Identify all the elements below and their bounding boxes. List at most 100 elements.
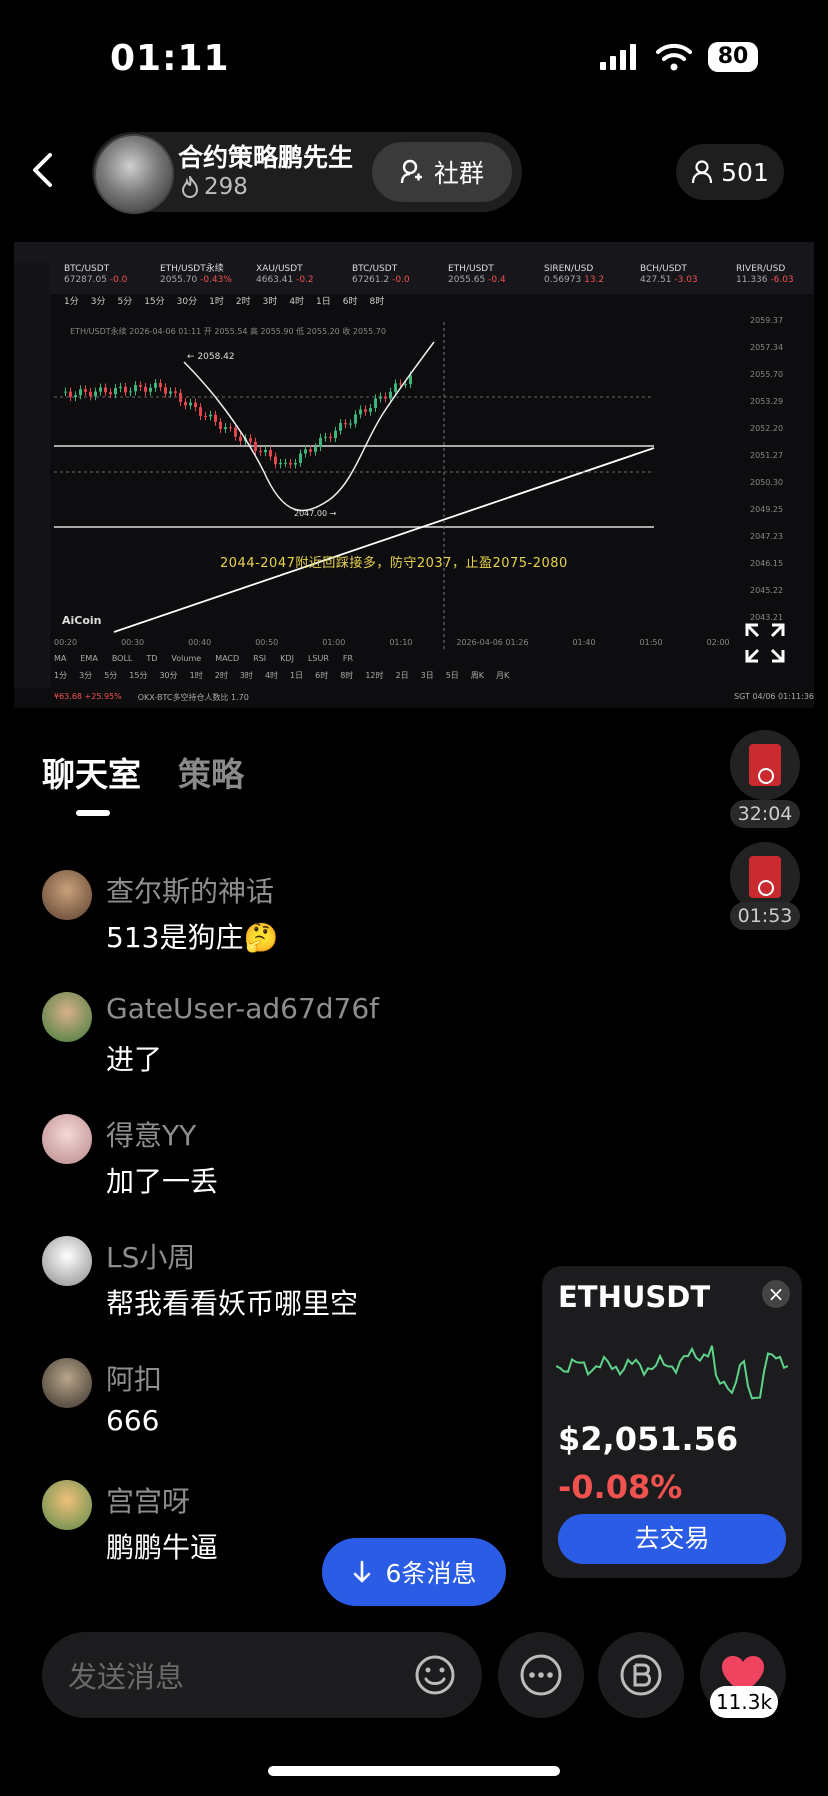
- range-option[interactable]: 2时: [215, 670, 228, 684]
- recording-card-icon: [749, 744, 781, 786]
- range-option[interactable]: 12时: [365, 670, 383, 684]
- avatar[interactable]: [42, 1358, 92, 1408]
- indicator-option[interactable]: BOLL: [112, 654, 133, 668]
- interval-option[interactable]: 15分: [144, 294, 164, 308]
- symbol-tab[interactable]: ETH/USDT 2055.65 -0.4: [448, 264, 534, 286]
- indicator-option[interactable]: RSI: [253, 654, 266, 668]
- ticker-card[interactable]: ETHUSDT × $2,051.56 -0.08% 去交易: [542, 1266, 802, 1578]
- message-username[interactable]: 宫宫呀: [106, 1480, 190, 1520]
- avatar[interactable]: [42, 992, 92, 1042]
- interval-option[interactable]: 3分: [91, 294, 106, 308]
- range-option[interactable]: 4时: [265, 670, 278, 684]
- symbol-tab[interactable]: BTC/USDT 67287.05 -0.0: [64, 264, 150, 286]
- footer-left: ¥63.68 +25.95%: [54, 692, 122, 701]
- close-icon[interactable]: ×: [762, 1280, 790, 1308]
- range-option[interactable]: 1分: [54, 670, 67, 684]
- interval-option[interactable]: 30分: [177, 294, 197, 308]
- message-username[interactable]: GateUser-ad67d76f: [106, 992, 379, 1025]
- candle: [284, 462, 287, 464]
- tab-chat[interactable]: 聊天室: [42, 748, 141, 796]
- price-tick: 2049.25: [750, 505, 784, 514]
- recording-thumbnail[interactable]: [730, 730, 800, 800]
- price-tick: 2053.29: [750, 397, 784, 406]
- chat-message[interactable]: LS小周 帮我看看妖币哪里空: [42, 1236, 562, 1356]
- message-username[interactable]: 阿扣: [106, 1358, 162, 1398]
- fullscreen-icon[interactable]: [744, 622, 786, 664]
- viewer-count-pill[interactable]: 501: [676, 144, 784, 200]
- symbol-tab[interactable]: RIVER/USD 11.336 -6.03: [736, 264, 814, 286]
- avatar[interactable]: [42, 1236, 92, 1286]
- indicator-option[interactable]: FR: [343, 654, 353, 668]
- back-icon[interactable]: [28, 152, 58, 188]
- live-stream-video[interactable]: BTC/USDT 67287.05 -0.0 ETH/USDT永续 2055.70 -…: [14, 242, 814, 708]
- candle: [94, 391, 97, 397]
- message-text: 进了: [106, 1043, 163, 1076]
- range-option[interactable]: 2日: [396, 670, 409, 684]
- chat-message[interactable]: 阿扣 666: [42, 1358, 562, 1478]
- range-option[interactable]: 3时: [240, 670, 253, 684]
- range-option[interactable]: 1日: [290, 670, 303, 684]
- symbol-tab[interactable]: SIREN/USD 0.56973 13.2: [544, 264, 630, 286]
- indicator-option[interactable]: TD: [146, 654, 157, 668]
- range-option[interactable]: 3分: [79, 670, 92, 684]
- chat-message[interactable]: GateUser-ad67d76f 进了: [42, 992, 562, 1112]
- interval-option[interactable]: 5分: [117, 294, 132, 308]
- chat-message[interactable]: 得意YY 加了一丢: [42, 1114, 562, 1234]
- message-input[interactable]: 发送消息: [42, 1632, 482, 1718]
- range-option[interactable]: 周K: [471, 670, 484, 684]
- avatar[interactable]: [42, 1114, 92, 1164]
- tab-strategy[interactable]: 策略: [178, 748, 244, 796]
- indicator-option[interactable]: EMA: [80, 654, 97, 668]
- interval-option[interactable]: 6时: [343, 294, 358, 308]
- range-option[interactable]: 30分: [159, 670, 177, 684]
- indicator-option[interactable]: LSUR: [308, 654, 329, 668]
- new-messages-button[interactable]: 6条消息: [322, 1538, 506, 1606]
- trade-button[interactable]: 去交易: [558, 1514, 786, 1564]
- candle: [209, 414, 212, 417]
- community-button[interactable]: 社群: [372, 142, 512, 202]
- candle: [234, 427, 237, 437]
- indicator-option[interactable]: KDJ: [280, 654, 294, 668]
- indicator-option[interactable]: MACD: [215, 654, 239, 668]
- interval-option[interactable]: 1分: [64, 294, 79, 308]
- message-username[interactable]: 得意YY: [106, 1114, 196, 1154]
- range-option[interactable]: 1时: [190, 670, 203, 684]
- range-option[interactable]: 月K: [496, 670, 509, 684]
- candle: [79, 389, 82, 396]
- candle: [219, 421, 222, 429]
- indicator-option[interactable]: MA: [54, 654, 66, 668]
- home-indicator[interactable]: [268, 1766, 560, 1776]
- indicator-option[interactable]: Volume: [171, 654, 201, 668]
- interval-option[interactable]: 8时: [370, 294, 385, 308]
- symbol-name: BCH/USDT: [640, 264, 687, 274]
- candle: [119, 386, 122, 389]
- interval-option[interactable]: 1日: [316, 294, 331, 308]
- interval-option[interactable]: 1时: [209, 294, 224, 308]
- range-option[interactable]: 5分: [104, 670, 117, 684]
- symbol-tab[interactable]: BCH/USDT 427.51 -3.03: [640, 264, 726, 286]
- symbol-tab[interactable]: XAU/USDT 4663.41 -0.2: [256, 264, 342, 286]
- range-option[interactable]: 3日: [421, 670, 434, 684]
- interval-option[interactable]: 4时: [289, 294, 304, 308]
- coin-button[interactable]: [598, 1632, 684, 1718]
- candle: [149, 387, 152, 392]
- symbol-tab[interactable]: BTC/USDT 67261.2 -0.0: [352, 264, 438, 286]
- range-option[interactable]: 8时: [340, 670, 353, 684]
- range-option[interactable]: 5日: [446, 670, 459, 684]
- chat-message[interactable]: 查尔斯的神话 513是狗庄🤔: [42, 870, 562, 990]
- avatar[interactable]: [42, 1480, 92, 1530]
- candle: [74, 395, 77, 398]
- range-option[interactable]: 6时: [315, 670, 328, 684]
- interval-option[interactable]: 2时: [236, 294, 251, 308]
- host-avatar[interactable]: [94, 134, 174, 214]
- candle: [364, 409, 367, 412]
- interval-option[interactable]: 3时: [263, 294, 278, 308]
- candle: [294, 462, 297, 465]
- message-username[interactable]: LS小周: [106, 1236, 195, 1276]
- more-button[interactable]: [498, 1632, 584, 1718]
- avatar[interactable]: [42, 870, 92, 920]
- message-username[interactable]: 查尔斯的神话: [106, 870, 274, 910]
- range-option[interactable]: 15分: [129, 670, 147, 684]
- emoji-icon[interactable]: [414, 1654, 456, 1696]
- symbol-tab[interactable]: ETH/USDT永续 2055.70 -0.43%: [160, 264, 246, 286]
